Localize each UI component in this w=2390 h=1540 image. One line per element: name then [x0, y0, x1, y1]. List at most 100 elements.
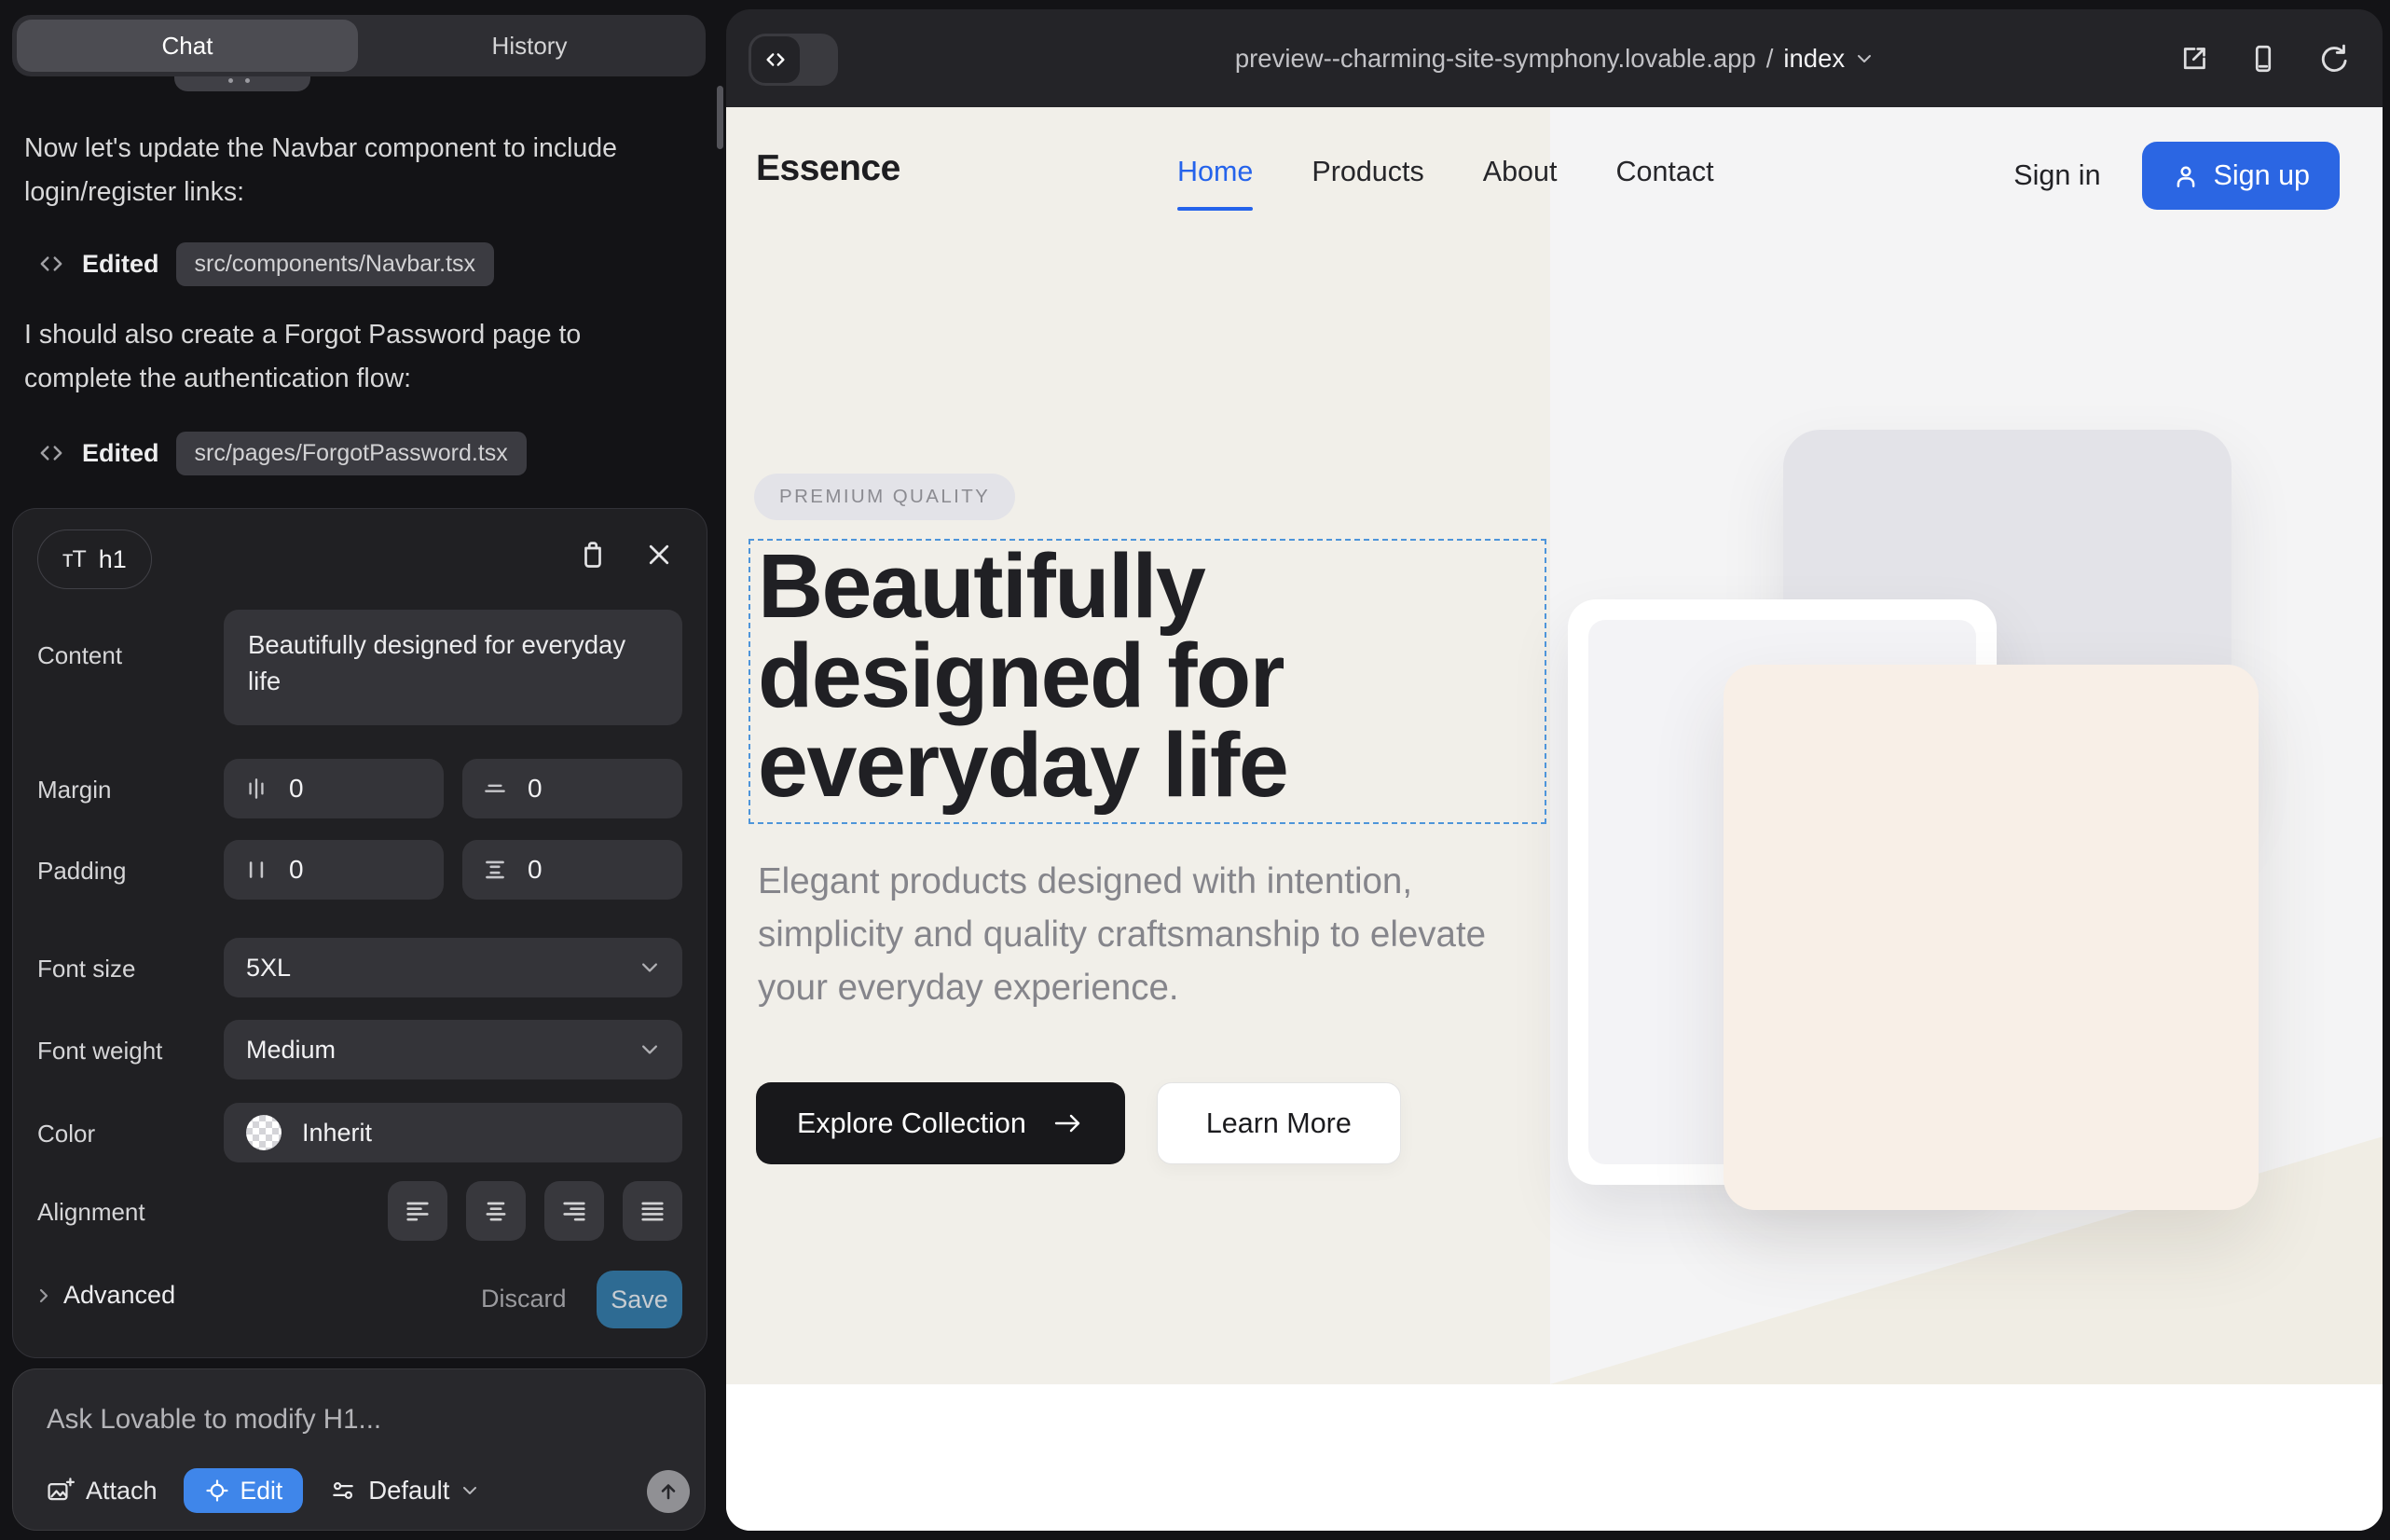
align-center-button[interactable] — [466, 1181, 526, 1241]
attach-image-icon — [45, 1476, 75, 1506]
chevron-down-icon — [1855, 52, 1874, 65]
hero-heading-line: designed for — [758, 631, 1287, 721]
edit-mode-button[interactable]: Edit — [184, 1468, 304, 1513]
auth-actions: Sign in Sign up — [2013, 142, 2340, 210]
padding-y-value: 0 — [528, 855, 543, 885]
chip-dot — [228, 78, 233, 83]
attach-button[interactable]: Attach — [45, 1476, 158, 1506]
refresh-icon[interactable] — [2315, 42, 2349, 76]
composer-input[interactable] — [45, 1397, 664, 1442]
edit-label: Edit — [240, 1477, 283, 1506]
margin-x-input[interactable]: 0 — [224, 759, 444, 818]
alignment-group — [388, 1181, 682, 1241]
content-textarea[interactable]: Beautifully designed for everyday life — [224, 610, 682, 725]
padding-x-value: 0 — [289, 855, 304, 885]
edited-label: Edited — [82, 250, 159, 279]
edited-file-row: Edited src/components/Navbar.tsx — [37, 241, 494, 287]
hero-description: Elegant products designed with intention… — [758, 855, 1513, 1014]
open-external-icon[interactable] — [2177, 42, 2211, 76]
nav-link-about[interactable]: About — [1483, 156, 1558, 188]
chevron-down-icon — [639, 1042, 660, 1057]
file-chip[interactable]: src/pages/ForgotPassword.tsx — [176, 432, 527, 475]
nav-link-contact[interactable]: Contact — [1615, 156, 1713, 188]
element-editor-panel: тT h1 Content Beautifully designed for e… — [12, 508, 707, 1358]
tab-chat[interactable]: Chat — [17, 20, 358, 72]
align-left-button[interactable] — [388, 1181, 447, 1241]
font-size-value: 5XL — [246, 954, 291, 983]
file-chip[interactable]: src/components/Navbar.tsx — [176, 242, 495, 286]
cta-primary-label: Explore Collection — [797, 1107, 1026, 1140]
arrow-right-icon — [1052, 1111, 1084, 1135]
url-divider: / — [1766, 44, 1774, 74]
padding-y-input[interactable]: 0 — [462, 840, 682, 900]
margin-y-input[interactable]: 0 — [462, 759, 682, 818]
site-brand[interactable]: Essence — [756, 148, 900, 189]
padding-vertical-icon — [481, 856, 509, 884]
url-page: index — [1783, 44, 1845, 74]
sign-up-button[interactable]: Sign up — [2142, 142, 2340, 210]
url-host: preview--charming-site-symphony.lovable.… — [1235, 44, 1756, 74]
margin-horizontal-icon — [242, 775, 270, 803]
preview-actions — [2177, 9, 2349, 107]
font-size-label: Font size — [37, 955, 136, 983]
nav-link-products[interactable]: Products — [1312, 156, 1423, 188]
composer-toolbar: Attach Edit Default — [45, 1468, 479, 1513]
transparent-swatch-icon — [246, 1115, 282, 1150]
discard-button[interactable]: Discard — [481, 1285, 565, 1313]
target-icon — [204, 1478, 230, 1504]
hero-heading[interactable]: Beautifully designed for everyday life — [758, 542, 1287, 810]
padding-horizontal-icon — [242, 856, 270, 884]
model-selector[interactable]: Default — [329, 1476, 479, 1506]
color-label: Color — [37, 1120, 95, 1148]
font-weight-label: Font weight — [37, 1037, 162, 1066]
premium-quality-badge: PREMIUM QUALITY — [754, 474, 1015, 520]
padding-x-input[interactable]: 0 — [224, 840, 444, 900]
tab-history[interactable]: History — [358, 20, 701, 72]
color-select[interactable]: Inherit — [224, 1103, 682, 1162]
content-label: Content — [37, 641, 122, 670]
chevron-down-icon — [639, 960, 660, 975]
align-right-button[interactable] — [544, 1181, 604, 1241]
margin-x-value: 0 — [289, 774, 304, 804]
selected-element-pill[interactable]: тT h1 — [37, 529, 152, 589]
chevron-down-icon — [460, 1484, 479, 1497]
close-icon[interactable] — [645, 541, 673, 569]
font-size-select[interactable]: 5XL — [224, 938, 682, 997]
chat-scrollbar[interactable] — [717, 86, 723, 149]
section-below-hero — [726, 1384, 2383, 1531]
code-icon — [37, 439, 65, 467]
margin-vertical-icon — [481, 775, 509, 803]
sign-up-label: Sign up — [2214, 159, 2310, 192]
nav-link-home[interactable]: Home — [1177, 156, 1253, 188]
edited-file-row: Edited src/pages/ForgotPassword.tsx — [37, 430, 527, 476]
edited-label: Edited — [82, 439, 159, 468]
advanced-toggle[interactable]: Advanced — [37, 1281, 175, 1310]
margin-label: Margin — [37, 776, 111, 804]
learn-more-button[interactable]: Learn More — [1157, 1082, 1401, 1164]
font-weight-value: Medium — [246, 1036, 336, 1065]
decor-card-cream — [1724, 665, 2259, 1210]
send-button[interactable] — [647, 1470, 690, 1513]
site-viewport: Essence Home Products About Contact Sign… — [726, 107, 2383, 1531]
site-nav: Home Products About Contact — [1177, 156, 1714, 188]
explore-collection-button[interactable]: Explore Collection — [756, 1082, 1125, 1164]
advanced-label: Advanced — [63, 1281, 175, 1310]
chevron-right-icon — [37, 1286, 50, 1305]
type-icon: тT — [62, 546, 86, 573]
user-icon — [2172, 162, 2200, 190]
preview-window: preview--charming-site-symphony.lovable.… — [726, 9, 2383, 1531]
sign-in-link[interactable]: Sign in — [2013, 159, 2100, 192]
alignment-label: Alignment — [37, 1198, 145, 1227]
assistant-message: Now let's update the Navbar component to… — [24, 127, 621, 214]
save-button[interactable]: Save — [597, 1271, 682, 1328]
delete-element-button[interactable] — [576, 537, 610, 571]
hero-heading-line: Beautifully — [758, 542, 1287, 631]
url-bar[interactable]: preview--charming-site-symphony.lovable.… — [726, 9, 2383, 107]
mobile-view-icon[interactable] — [2246, 42, 2280, 76]
font-weight-select[interactable]: Medium — [224, 1020, 682, 1079]
sliders-icon — [329, 1477, 357, 1505]
padding-label: Padding — [37, 857, 126, 886]
color-value: Inherit — [302, 1119, 372, 1148]
align-justify-button[interactable] — [623, 1181, 682, 1241]
chat-composer: Attach Edit Default — [12, 1368, 706, 1531]
